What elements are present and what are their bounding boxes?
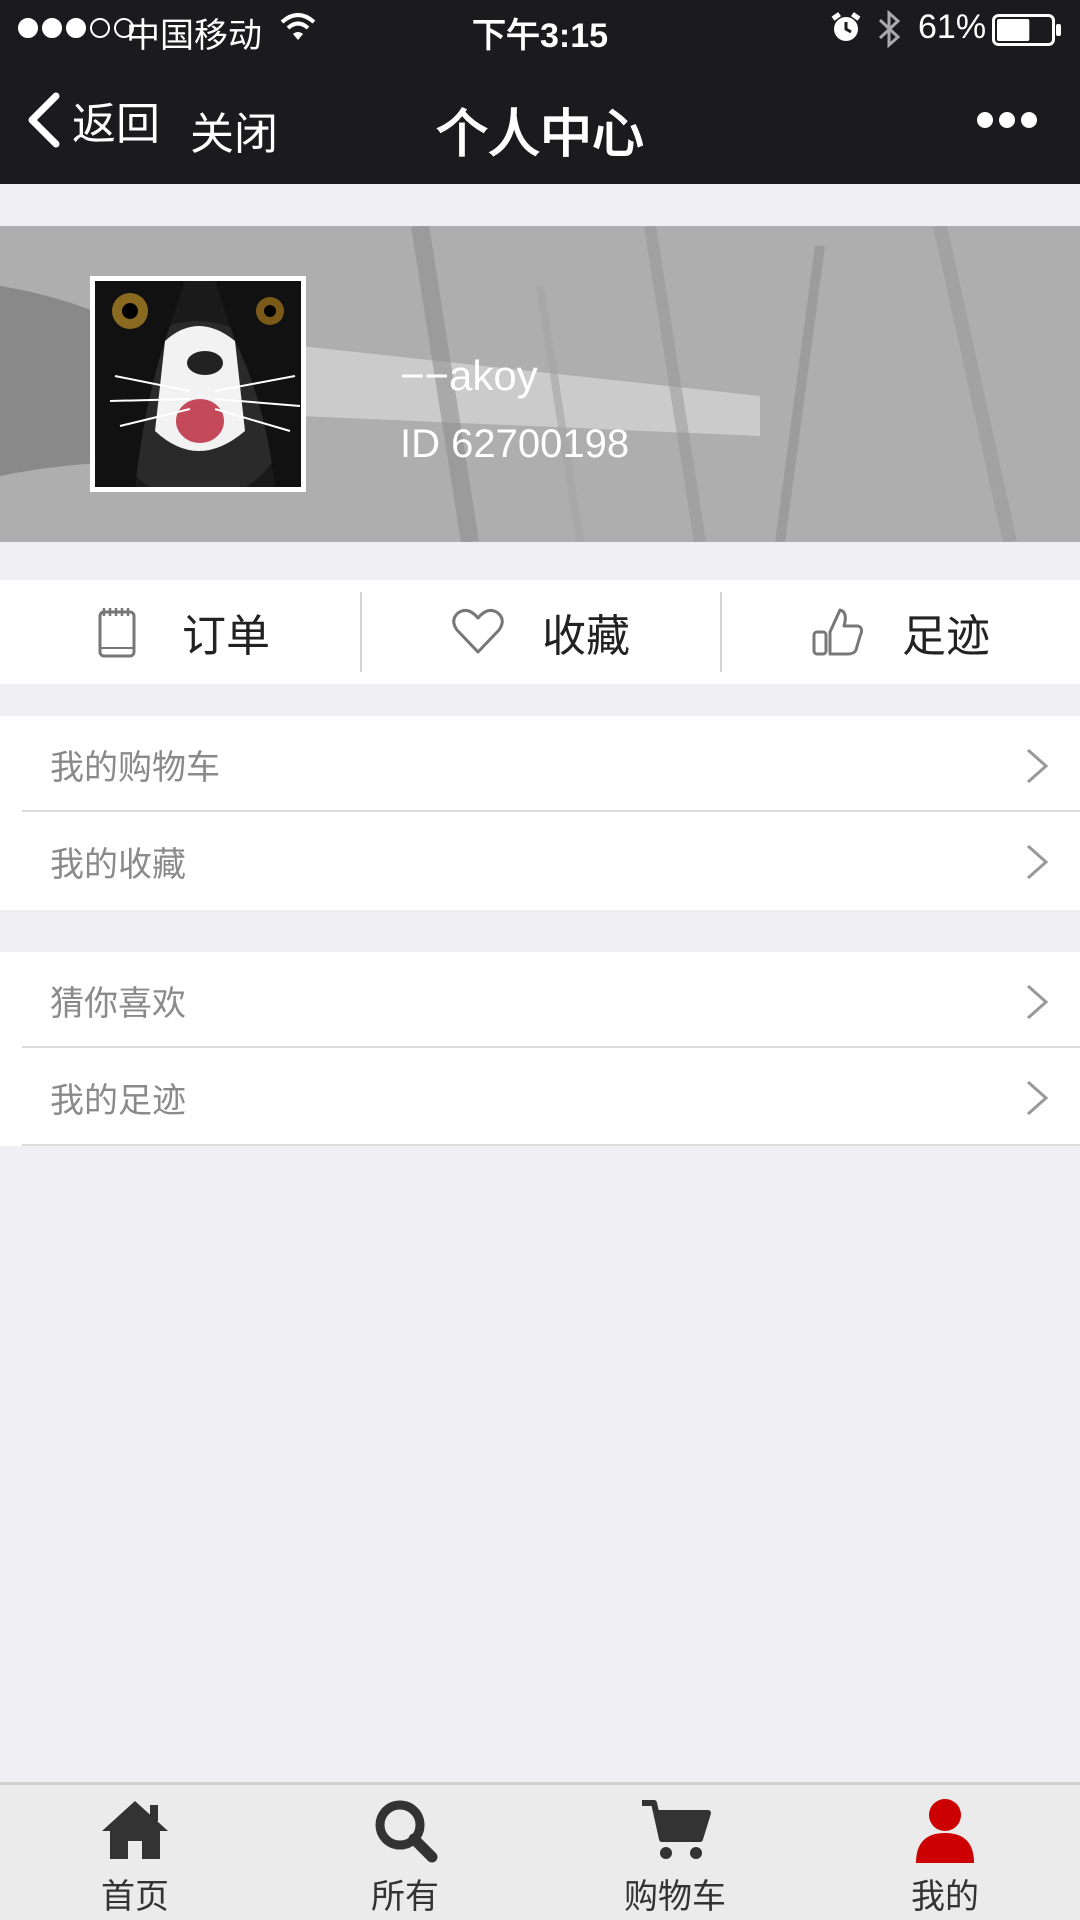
tab-label: 首页 xyxy=(101,1877,169,1917)
cart-icon xyxy=(642,1800,711,1859)
battery-percent: 61% xyxy=(918,8,987,46)
list-item-label: 我的足迹 xyxy=(50,1080,186,1121)
alarm-clock-icon xyxy=(831,12,861,41)
status-bar: 中国移动 下午3:15 61% xyxy=(0,0,1080,58)
list-group-discovery: 猜你喜欢 我的足迹 xyxy=(0,952,1080,1146)
home-icon xyxy=(102,1801,168,1859)
footprints-label: 足迹 xyxy=(902,611,990,662)
cat-avatar-image xyxy=(95,281,301,487)
username: −−akoy xyxy=(400,352,538,399)
list-item-my-footprints[interactable]: 我的足迹 xyxy=(0,1048,1080,1146)
avatar[interactable] xyxy=(90,276,306,492)
tab-home[interactable]: 首页 xyxy=(0,1785,270,1920)
tab-label: 我的 xyxy=(911,1877,979,1917)
bottom-tab-bar: 首页 所有 购物车 我的 xyxy=(0,1782,1080,1920)
list-item-label: 我的收藏 xyxy=(50,844,186,885)
chevron-right-icon xyxy=(1027,748,1049,784)
list-item-recommended[interactable]: 猜你喜欢 xyxy=(0,952,1080,1048)
notepad-icon xyxy=(98,608,136,658)
heart-icon xyxy=(452,608,504,654)
orders-label: 订单 xyxy=(182,611,270,662)
bluetooth-icon xyxy=(878,10,901,48)
favorites-button[interactable]: 收藏 xyxy=(360,580,720,684)
user-icon xyxy=(916,1799,974,1863)
tab-label: 所有 xyxy=(371,1877,439,1917)
tab-label: 购物车 xyxy=(624,1877,726,1917)
more-options-icon[interactable] xyxy=(976,110,1038,130)
chevron-right-icon xyxy=(1027,844,1049,880)
page-title: 个人中心 xyxy=(435,105,644,165)
list-item-my-favorites[interactable]: 我的收藏 xyxy=(0,812,1080,910)
profile-header: −−akoy ID 62700198 xyxy=(0,226,1080,542)
list-item-label: 我的购物车 xyxy=(50,747,220,788)
battery-icon xyxy=(992,14,1061,46)
navigation-bar: 返回 关闭 个人中心 xyxy=(0,58,1080,184)
user-id: ID 62700198 xyxy=(400,422,630,466)
list-item-label: 猜你喜欢 xyxy=(50,983,186,1024)
list-item-my-cart[interactable]: 我的购物车 xyxy=(0,716,1080,812)
search-icon xyxy=(375,1800,438,1863)
tab-cart[interactable]: 购物车 xyxy=(540,1785,810,1920)
chevron-right-icon xyxy=(1027,1080,1049,1116)
tab-mine[interactable]: 我的 xyxy=(810,1785,1080,1920)
orders-button[interactable]: 订单 xyxy=(0,580,360,684)
tab-all[interactable]: 所有 xyxy=(270,1785,540,1920)
favorites-label: 收藏 xyxy=(542,611,630,662)
quick-actions-bar: 订单 收藏 足迹 xyxy=(0,580,1080,684)
chevron-right-icon xyxy=(1027,984,1049,1020)
divider xyxy=(22,1144,1080,1146)
thumbs-up-icon xyxy=(812,608,864,656)
footprints-button[interactable]: 足迹 xyxy=(720,580,1080,684)
list-group-account: 我的购物车 我的收藏 xyxy=(0,716,1080,910)
